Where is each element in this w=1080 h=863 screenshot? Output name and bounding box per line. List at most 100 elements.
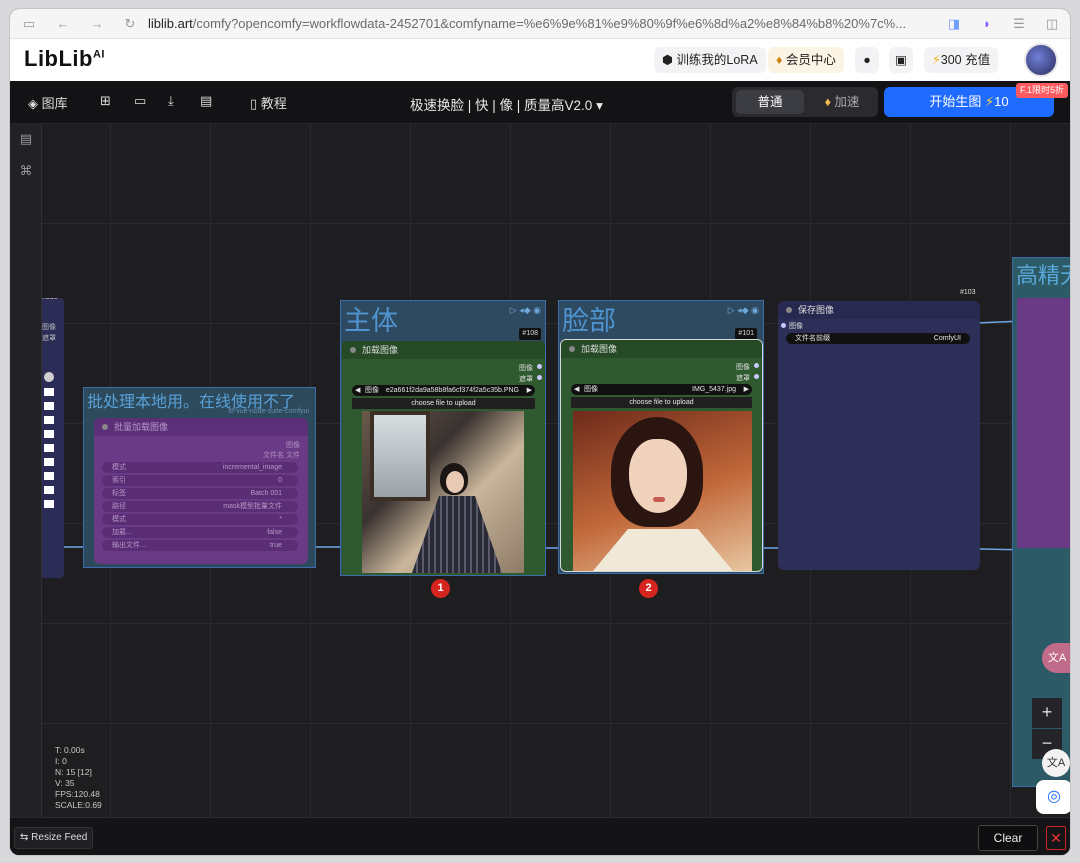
reload-icon[interactable]: ↻	[121, 15, 139, 33]
save-node-id: #103	[960, 289, 976, 296]
group-actions-icon[interactable]: ▷ ◂◆ ◉	[510, 305, 541, 316]
next-arrow-icon[interactable]: ▶	[744, 384, 749, 395]
address-bar[interactable]: liblib.art/comfy?opencomfy=workflowdata-…	[148, 16, 908, 31]
extension-icon[interactable]: ◗	[978, 15, 996, 33]
image-select-subject[interactable]: ◀ 图像 e2a661f2da9a58b8fa6cf374f2a5c35b.PN…	[352, 385, 535, 396]
batch-widget-row[interactable]: 输出文件... true	[102, 540, 298, 551]
gallery-button[interactable]: ◈ 图库	[28, 93, 68, 112]
node-canvas[interactable]: ▤ ⌘ node 图像 遮罩 批处理本地用。在线使用不了 ltf-vue-nod…	[10, 123, 1070, 817]
image-widget-label: 图像	[584, 386, 598, 393]
upload-button-face[interactable]: choose file to upload	[571, 397, 752, 408]
folder-button[interactable]: ▣	[889, 47, 913, 73]
member-center-button[interactable]: ♦ 会员中心	[768, 47, 844, 73]
translate-float-icon[interactable]: 文A	[1042, 643, 1070, 673]
filename-prefix-field[interactable]: 文件名前缀 ComfyUI	[786, 333, 970, 344]
translate-icon[interactable]: 文A	[1042, 749, 1070, 777]
download-icon[interactable]: ⤓	[168, 93, 174, 109]
batch-widget-row[interactable]: 加载... false	[102, 527, 298, 538]
promo-badge: F.1限时5折	[1016, 83, 1069, 98]
left-node-output-mask: 遮罩	[42, 335, 56, 342]
batch-widget-value: incremental_image	[222, 464, 282, 471]
recharge-button[interactable]: ⚡300 充值	[924, 47, 999, 73]
batch-group-subtitle: ltf-vue-node-suite-comfyui	[228, 408, 309, 415]
close-feed-button[interactable]: ✕	[1046, 826, 1066, 850]
generate-label: 开始生图	[929, 94, 982, 109]
document-icon[interactable]: ▤	[18, 131, 34, 147]
open-folder-icon[interactable]: ▭	[134, 93, 146, 109]
clear-button[interactable]: Clear	[978, 825, 1038, 851]
workflow-toolbar: ◈ 图库 ⊞ ▭ ⤓ ▤ ▯ 教程 极速换脸 | 快 | 像 | 质量高V2.0…	[10, 81, 1070, 123]
group-subject[interactable]: 主体 ▷ ◂◆ ◉ #108 加载图像 图像 遮罩 ◀ 图像 e2a661f2d…	[340, 300, 546, 576]
batch-widget-row[interactable]: 标签 Batch 001	[102, 488, 298, 499]
messages-button[interactable]: ●	[855, 47, 879, 73]
node-tree-icon[interactable]: ⌘	[18, 163, 34, 179]
group-actions-icon[interactable]: ▷ ◂◆ ◉	[728, 305, 759, 316]
input-port-image[interactable]	[781, 323, 786, 328]
new-file-icon[interactable]: ⊞	[100, 93, 111, 109]
next-arrow-icon[interactable]: ▶	[527, 385, 532, 396]
load-image-node-subject[interactable]: 加载图像 图像 遮罩 ◀ 图像 e2a661f2da9a58b8fa6cf374…	[342, 341, 545, 575]
train-lora-label: 训练我的LoRA	[676, 53, 758, 67]
batch-widget-value: true	[269, 542, 282, 549]
train-lora-button[interactable]: ⬢ 训练我的LoRA	[654, 47, 766, 73]
image-select-face[interactable]: ◀ 图像 IMG_5437.jpg ▶	[571, 384, 752, 395]
batch-widget-label: 模式	[112, 516, 126, 523]
split-view-icon[interactable]: ◫	[1043, 15, 1061, 33]
mode-fast-button[interactable]: ♦ 加速	[810, 90, 874, 114]
batch-widget-row[interactable]: 路径 mask模型批量文件	[102, 501, 298, 512]
prev-arrow-icon[interactable]: ◀	[574, 384, 579, 395]
face-group-title: 脸部	[562, 306, 616, 336]
arrow-buttons[interactable]	[44, 388, 54, 513]
left-node-title: node	[42, 298, 58, 301]
avatar[interactable]	[1024, 43, 1058, 77]
reader-icon[interactable]: ☰	[1010, 15, 1028, 33]
tutorial-button[interactable]: ▯ 教程	[250, 93, 287, 112]
workflow-title-dropdown[interactable]: 极速换脸 | 快 | 像 | 质量高V2.0 ▾	[410, 94, 603, 114]
stat-scale: SCALE:0.69	[55, 800, 102, 810]
url-path: /comfy?opencomfy=workflowdata-2452701&co…	[192, 16, 907, 31]
batch-widget-label: 索引	[112, 477, 126, 484]
forward-icon[interactable]: →	[88, 15, 106, 33]
toggle-knob[interactable]	[44, 372, 54, 382]
lightning-icon: ⚡	[985, 94, 995, 109]
prev-arrow-icon[interactable]: ◀	[355, 385, 360, 396]
batch-output-filename: 文件名 文件	[263, 452, 300, 459]
browser-chrome: ▭ ← → ↻ liblib.art/comfy?opencomfy=workf…	[10, 9, 1070, 39]
upload-button-subject[interactable]: choose file to upload	[352, 398, 535, 409]
output-port-mask[interactable]	[537, 375, 542, 380]
batch-load-node[interactable]: 批量加载图像 图像 文件名 文件 模式 incremental_image 索引 0 标…	[94, 418, 308, 564]
batch-widget-row[interactable]: 索引 0	[102, 475, 298, 486]
save-icon[interactable]: ▤	[200, 93, 212, 109]
resize-feed-button[interactable]: ⇆ Resize Feed	[14, 827, 94, 849]
output-port-mask[interactable]	[754, 374, 759, 379]
prefix-label: 文件名前缀	[795, 335, 830, 342]
save-image-node[interactable]: 保存图像 图像 文件名前缀 ComfyUI	[778, 301, 980, 570]
output-port-image[interactable]	[754, 363, 759, 368]
left-partial-node[interactable]: node 图像 遮罩	[42, 298, 64, 578]
assistant-icon[interactable]: ◎	[1036, 780, 1070, 814]
hd-node[interactable]	[1017, 298, 1070, 548]
batch-widget-row[interactable]: 模式 incremental_image	[102, 462, 298, 473]
site-header: LibLibAI ⬢ 训练我的LoRA ♦ 会员中心 ● ▣ ⚡300 充值	[10, 39, 1070, 81]
batch-output-image: 图像	[286, 442, 300, 449]
batch-widget-label: 标签	[112, 490, 126, 497]
group-batch-local[interactable]: 批处理本地用。在线使用不了 ltf-vue-node-suite-comfyui…	[83, 387, 316, 568]
step-badge-1: 1	[431, 579, 450, 598]
robe-shape	[593, 529, 733, 571]
diamond-icon: ♦	[776, 53, 786, 67]
diamond-icon: ♦	[824, 95, 835, 109]
liblib-logo[interactable]: LibLibAI	[24, 46, 105, 72]
logo-text: LibLib	[24, 46, 93, 71]
group-face[interactable]: 脸部 ▷ ◂◆ ◉ #101 加载图像 图像 遮罩 ◀ 图像 IMG_5437.…	[558, 300, 764, 574]
output-port-image[interactable]	[537, 364, 542, 369]
batch-widget-row[interactable]: 模式 *	[102, 514, 298, 525]
face-node-title: 加载图像	[561, 340, 762, 358]
back-icon[interactable]: ←	[54, 15, 72, 33]
left-panel: ▤ ⌘	[10, 123, 42, 817]
mode-normal-button[interactable]: 普通	[736, 90, 804, 114]
sidebar-toggle-icon[interactable]: ▭	[20, 15, 38, 33]
zoom-in-button[interactable]: +	[1032, 698, 1062, 728]
translate-ext-icon[interactable]: ◨	[945, 15, 963, 33]
load-image-node-face[interactable]: 加载图像 图像 遮罩 ◀ 图像 IMG_5437.jpg ▶ choose fi…	[560, 339, 763, 572]
prefix-value: ComfyUI	[933, 335, 961, 342]
